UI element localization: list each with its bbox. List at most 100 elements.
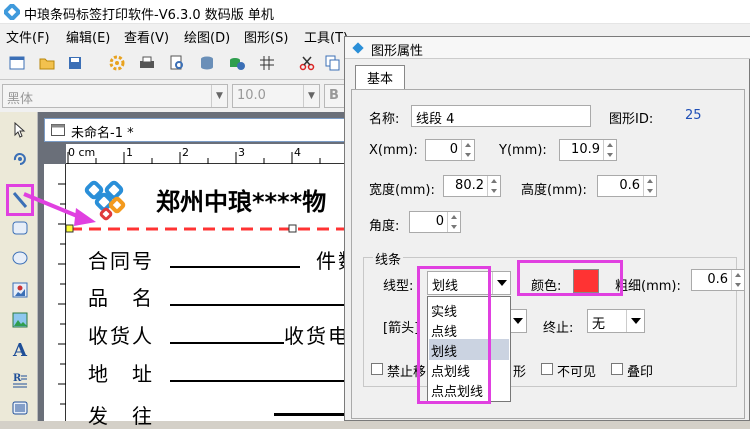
menu-draw[interactable]: 绘图(D) xyxy=(184,27,230,46)
menu-edit[interactable]: 编辑(E) xyxy=(66,27,110,46)
pointer-tool-icon[interactable] xyxy=(8,118,32,142)
line-group-label: 线条 xyxy=(373,249,404,268)
font-size-select[interactable]: 10.0 ▼ xyxy=(232,84,320,108)
y-value: 10.9 xyxy=(571,142,600,157)
paragraph-text-tool-icon[interactable]: R xyxy=(8,368,32,392)
font-name-select[interactable]: 黑体 ▼ xyxy=(2,84,228,108)
text-tool-icon[interactable]: A xyxy=(8,338,32,362)
bold-label: B xyxy=(329,88,339,103)
overprint-label: 叠印 xyxy=(627,365,654,380)
destination-line xyxy=(274,413,348,416)
arrow-end-value: 无 xyxy=(592,317,606,332)
annotation-arrow-icon xyxy=(23,192,96,226)
arrow-end-label: 终止: xyxy=(543,321,574,336)
height-spinner[interactable] xyxy=(643,176,656,196)
shape-id-label: 图形ID: xyxy=(609,112,654,127)
document-window-icon xyxy=(51,124,65,136)
selection-handle[interactable] xyxy=(288,224,297,233)
x-input[interactable]: 0 xyxy=(425,139,475,161)
grid-icon[interactable] xyxy=(256,52,278,74)
cut-scissors-icon[interactable] xyxy=(296,52,318,74)
menu-shape[interactable]: 图形(S) xyxy=(244,27,288,46)
width-value: 80.2 xyxy=(455,178,484,193)
ruler-tick-label: 3 xyxy=(238,146,245,159)
label-design-surface[interactable]: 郑州中琅****物 合同号 件数 品 名 收货人 收货电 地 址 发 往 xyxy=(66,164,358,428)
svg-text:R: R xyxy=(13,373,22,384)
title-bar: 中琅条码标签打印软件-V6.3.0 数码版 单机 xyxy=(0,0,750,24)
settings-gear-icon[interactable] xyxy=(106,52,128,74)
thickness-input[interactable]: 0.6 xyxy=(691,269,745,291)
fixed-shape-label: 形 xyxy=(513,365,527,380)
save-icon[interactable] xyxy=(64,52,86,74)
drawing-tools-panel: A R xyxy=(0,112,38,421)
open-folder-icon[interactable] xyxy=(36,52,58,74)
height-input[interactable]: 0.6 xyxy=(597,175,657,197)
copy-icon[interactable] xyxy=(322,52,344,74)
lock-position-checkbox[interactable] xyxy=(371,363,383,375)
print-icon[interactable] xyxy=(136,52,158,74)
angle-label: 角度: xyxy=(369,219,400,234)
dialog-title-bar[interactable]: 图形属性 xyxy=(345,37,750,59)
image-tool-icon[interactable] xyxy=(8,278,32,302)
overprint-checkbox[interactable] xyxy=(611,363,623,375)
angle-value: 0 xyxy=(435,214,444,229)
product-name-label: 品 名 xyxy=(88,286,154,310)
destination-label: 发 往 xyxy=(88,404,154,428)
database-icon[interactable] xyxy=(196,52,218,74)
rotate-tool-icon[interactable] xyxy=(8,146,32,170)
name-value: 线段 4 xyxy=(416,112,455,127)
address-line xyxy=(170,380,348,382)
document-tab[interactable]: 未命名-1 * xyxy=(44,118,348,142)
ruler-tick-label: 4 xyxy=(294,146,301,159)
x-spinner[interactable] xyxy=(461,140,474,160)
menu-tools[interactable]: 工具(T) xyxy=(304,27,348,46)
font-name-value: 黑体 xyxy=(7,92,34,107)
ruler-unit: 0 cm xyxy=(68,146,96,159)
ruler-tick-label: 2 xyxy=(182,146,189,159)
thickness-spinner[interactable] xyxy=(731,270,744,290)
width-spinner[interactable] xyxy=(487,176,500,196)
ellipse-tool-icon[interactable] xyxy=(8,246,32,270)
color-highlight xyxy=(517,260,623,296)
invisible-label: 不可见 xyxy=(557,365,597,380)
menu-view[interactable]: 查看(V) xyxy=(124,27,169,46)
name-input[interactable]: 线段 4 xyxy=(411,105,591,127)
chevron-down-icon xyxy=(626,310,644,332)
dialog-title: 图形属性 xyxy=(371,44,424,59)
window-title: 中琅条码标签打印软件-V6.3.0 数码版 单机 xyxy=(24,8,274,23)
y-spinner[interactable] xyxy=(603,140,616,160)
picture-tool-icon[interactable] xyxy=(8,308,32,332)
document-tab-title: 未命名-1 * xyxy=(71,126,134,141)
x-label: X(mm): xyxy=(369,143,418,158)
consignee-phone-label: 收货电 xyxy=(284,324,350,348)
menu-file[interactable]: 文件(F) xyxy=(6,27,50,46)
shape-properties-dialog: 图形属性 基本 名称: 线段 4 图形ID: 25 X(mm): 0 Y(mm)… xyxy=(344,36,750,421)
invisible-checkbox[interactable] xyxy=(541,363,553,375)
arrow-end-select[interactable]: 无 xyxy=(587,309,645,333)
shape-id-value: 25 xyxy=(685,108,702,123)
bold-button[interactable]: B xyxy=(324,84,346,108)
ruler-ticks xyxy=(67,152,348,164)
dialog-logo-icon xyxy=(352,42,364,54)
consignee-line xyxy=(170,342,284,344)
database-connect-icon[interactable] xyxy=(226,52,248,74)
x-value: 0 xyxy=(449,142,458,157)
angle-spinner[interactable] xyxy=(447,212,460,232)
tab-basic[interactable]: 基本 xyxy=(355,65,405,89)
print-preview-icon[interactable] xyxy=(166,52,188,74)
barcode-tool-icon[interactable] xyxy=(8,396,32,420)
name-label: 名称: xyxy=(369,112,400,127)
chevron-down-icon xyxy=(492,272,510,294)
width-label: 宽度(mm): xyxy=(369,183,435,198)
width-input[interactable]: 80.2 xyxy=(443,175,501,197)
y-input[interactable]: 10.9 xyxy=(559,139,617,161)
height-value: 0.6 xyxy=(619,178,640,193)
angle-input[interactable]: 0 xyxy=(409,211,461,233)
address-label: 地 址 xyxy=(88,362,154,386)
chevron-down-icon: ▼ xyxy=(303,85,319,107)
horizontal-ruler: 0 cm 1 2 3 4 xyxy=(66,144,348,164)
chevron-down-icon: ▼ xyxy=(211,85,227,107)
dashed-line-shape[interactable] xyxy=(66,224,348,234)
line-type-label: 线型: xyxy=(383,279,414,294)
new-file-icon[interactable] xyxy=(6,52,28,74)
